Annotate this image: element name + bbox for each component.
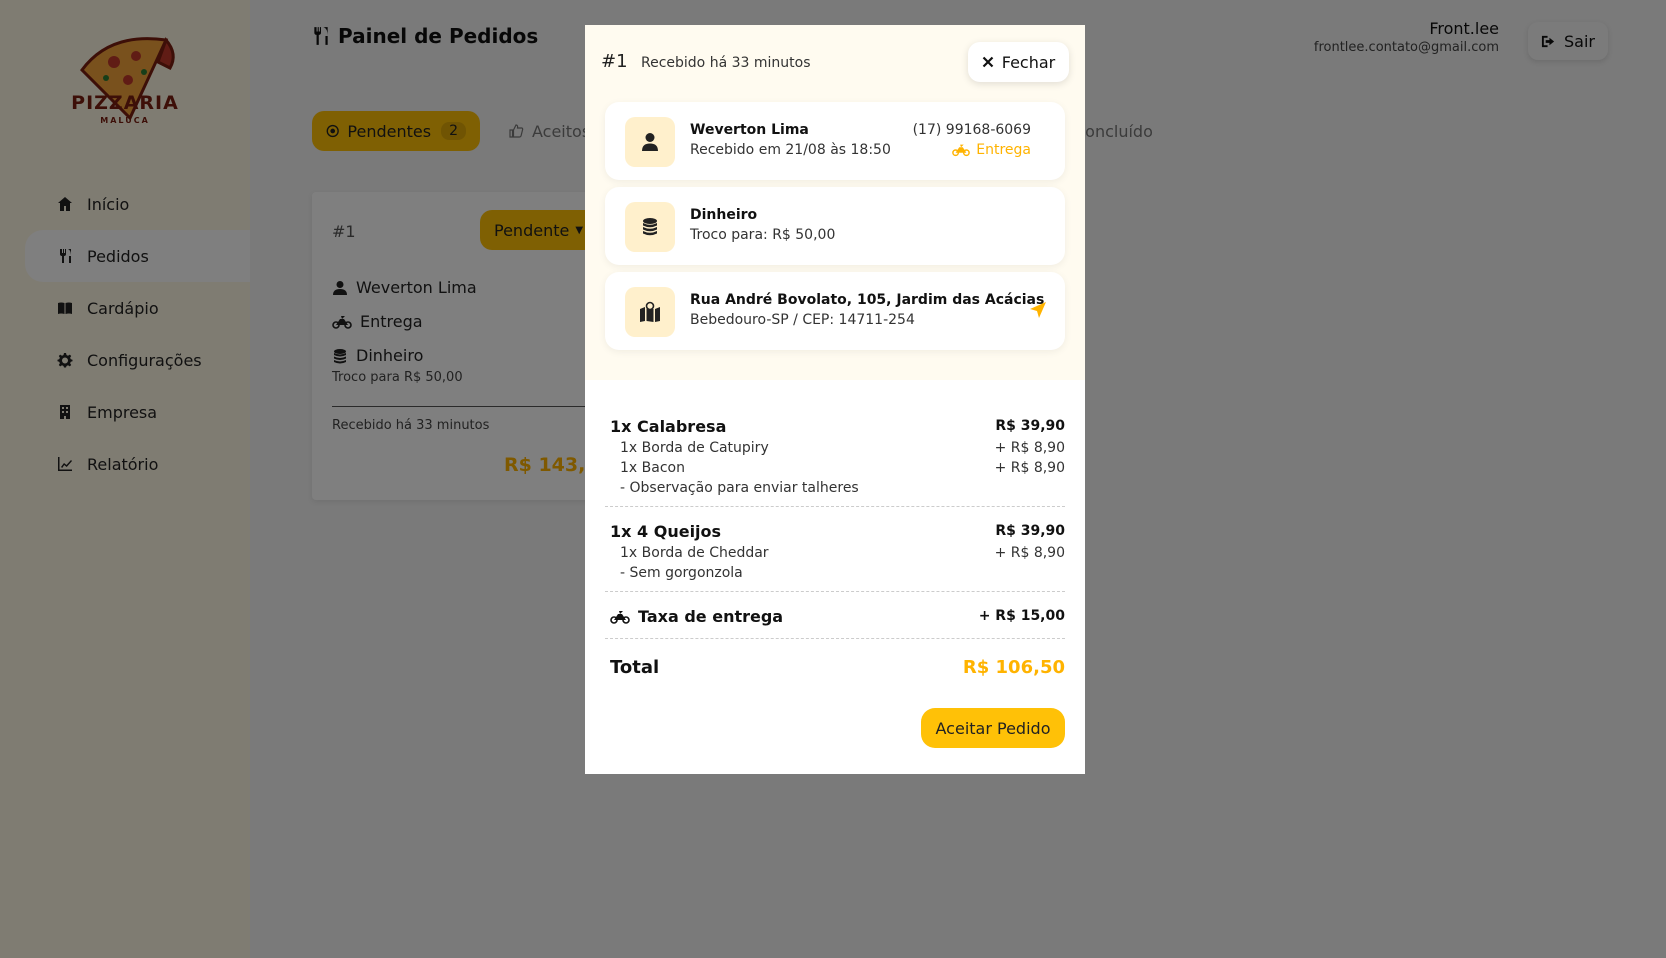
item-name: 1x 4 Queijos	[610, 522, 722, 541]
coins-icon	[625, 202, 675, 252]
motorcycle-icon	[610, 610, 630, 624]
order-detail-modal: #1 Recebido há 33 minutos Fechar Weverto…	[585, 25, 1085, 774]
payment-card: Dinheiro Troco para: R$ 50,00	[605, 187, 1065, 265]
address-street: Rua André Bovolato, 105, Jardim das Acác…	[690, 292, 1045, 308]
item-price: R$ 39,90	[995, 523, 1065, 539]
close-label: Fechar	[1001, 52, 1056, 72]
change-info: Troco para: R$ 50,00	[690, 227, 836, 243]
delivery-fee-text: Taxa de entrega	[638, 607, 784, 626]
item-note: - Sem gorgonzola	[620, 565, 743, 581]
motorcycle-icon	[952, 144, 971, 157]
item-extra: 1x Borda de Cheddar	[620, 545, 769, 561]
delivery-fee-price: + R$ 15,00	[978, 608, 1065, 624]
item-extra: 1x Bacon	[620, 460, 685, 476]
divider	[605, 638, 1065, 639]
user-icon	[625, 117, 675, 167]
customer-phone: (17) 99168-6069	[912, 122, 1031, 138]
map-marked-icon	[625, 287, 675, 337]
modal-order-number: #1	[601, 51, 628, 72]
close-button[interactable]: Fechar	[968, 42, 1069, 82]
divider	[605, 506, 1065, 507]
customer-name: Weverton Lima	[690, 122, 809, 138]
received-at: Recebido em 21/08 às 18:50	[690, 142, 891, 158]
address-card[interactable]: Rua André Bovolato, 105, Jardim das Acác…	[605, 272, 1065, 350]
item-name: 1x Calabresa	[610, 417, 727, 436]
customer-card: Weverton Lima Recebido em 21/08 às 18:50…	[605, 102, 1065, 180]
close-icon	[982, 56, 994, 68]
location-arrow-icon[interactable]	[1029, 301, 1047, 319]
total-price: R$ 106,50	[962, 657, 1065, 678]
item-extra: 1x Borda de Catupiry	[620, 440, 769, 456]
item-extra-price: + R$ 8,90	[994, 460, 1065, 476]
item-price: R$ 39,90	[995, 418, 1065, 434]
delivery-type: Entrega	[976, 142, 1031, 158]
divider	[605, 591, 1065, 592]
item-note: - Observação para enviar talheres	[620, 480, 859, 496]
payment-method: Dinheiro	[690, 207, 758, 223]
total-label: Total	[610, 657, 660, 678]
delivery-type-badge: Entrega	[952, 142, 1031, 158]
item-extra-price: + R$ 8,90	[994, 545, 1065, 561]
item-extra-price: + R$ 8,90	[994, 440, 1065, 456]
delivery-fee-label: Taxa de entrega	[610, 607, 783, 626]
address-city: Bebedouro-SP / CEP: 14711-254	[690, 312, 915, 328]
modal-received-time: Recebido há 33 minutos	[641, 55, 811, 71]
accept-order-button[interactable]: Aceitar Pedido	[921, 708, 1065, 748]
